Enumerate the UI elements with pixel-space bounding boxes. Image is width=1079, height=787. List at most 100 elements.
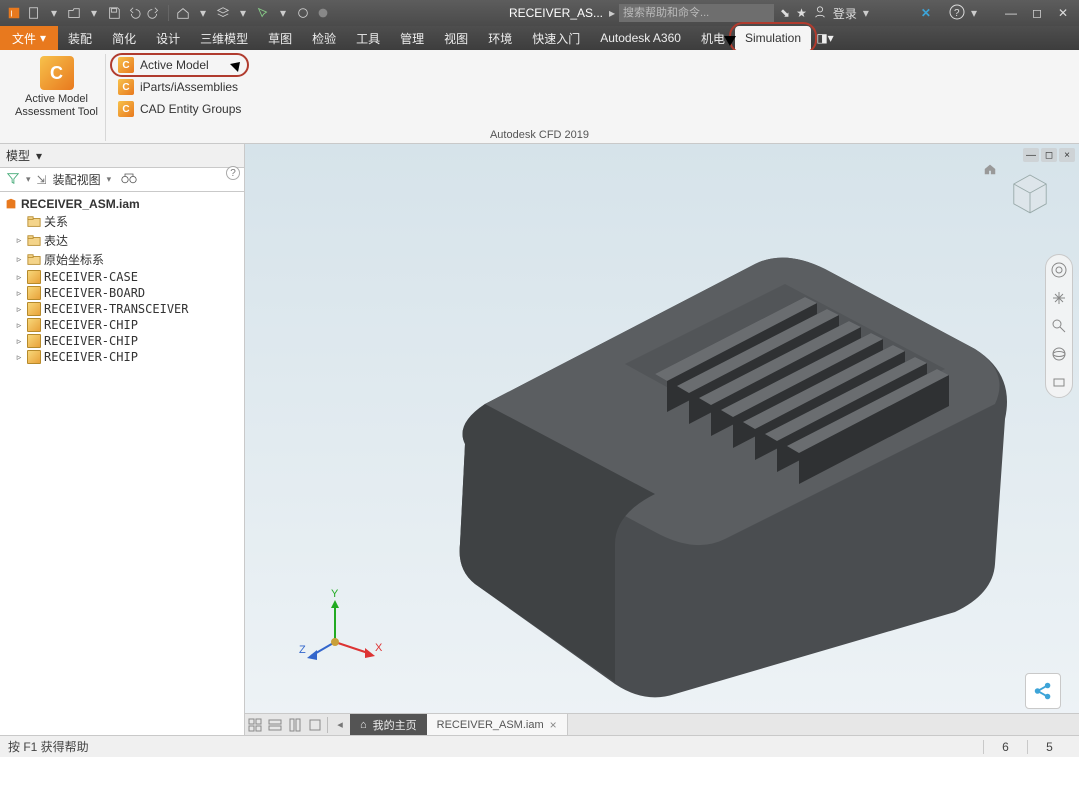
tree-node[interactable]: ▹RECEIVER-CHIP <box>2 333 242 349</box>
tab-env[interactable]: 环境 <box>478 26 522 50</box>
tile-icon[interactable] <box>245 715 265 735</box>
tree-node[interactable]: ▹ RECEIVER-CHIP <box>2 349 242 365</box>
new-icon[interactable] <box>26 5 42 21</box>
tile-single-icon[interactable] <box>305 715 325 735</box>
tab-a360[interactable]: Autodesk A360 <box>590 26 691 50</box>
tab-sketch[interactable]: 草图 <box>258 26 302 50</box>
ribbon-collapse-icon[interactable]: ◨▾ <box>811 26 839 50</box>
tree-label: RECEIVER-CHIP <box>44 350 138 364</box>
tab-simulation[interactable]: Simulation <box>735 26 811 50</box>
tab-mech[interactable]: 机电 <box>691 26 735 50</box>
home-icon[interactable] <box>175 5 191 21</box>
tree-twisty-icon[interactable]: ▹ <box>14 288 24 299</box>
tree-twisty-icon[interactable]: ▹ <box>14 272 24 283</box>
viewcube-home-icon[interactable] <box>983 162 997 179</box>
assembly-icon <box>4 197 18 211</box>
orbit-icon[interactable] <box>1050 345 1068 363</box>
tree-twisty-icon[interactable]: ▹ <box>14 336 24 347</box>
tree-twisty-icon[interactable]: ▹ <box>14 304 24 315</box>
tab-3dmodel[interactable]: 三维模型 <box>190 26 258 50</box>
tab-close-icon[interactable]: × <box>550 718 557 732</box>
prev-tab-icon[interactable]: ◂ <box>330 715 350 735</box>
tree-node[interactable]: ▹原始坐标系 <box>2 250 242 269</box>
close-button[interactable]: ✕ <box>1053 3 1073 23</box>
dropdown-icon[interactable]: ▾ <box>275 5 291 21</box>
home-icon: ⌂ <box>360 719 367 731</box>
select-icon[interactable] <box>255 5 271 21</box>
viewport[interactable]: — ◻ × Y X Z <box>245 144 1079 735</box>
save-icon[interactable] <box>106 5 122 21</box>
tree-twisty-icon[interactable]: ▹ <box>14 254 24 265</box>
login-link[interactable]: 登录 <box>833 5 857 22</box>
redo-icon[interactable] <box>146 5 162 21</box>
undo-icon[interactable] <box>126 5 142 21</box>
dropdown-icon[interactable]: ▾ <box>235 5 251 21</box>
tree-node[interactable]: 关系 <box>2 212 242 231</box>
tab-file[interactable]: 文件▾ <box>0 26 58 50</box>
tree-node[interactable]: ▹RECEIVER-CHIP <box>2 317 242 333</box>
tree-node[interactable]: ▹表达 <box>2 231 242 250</box>
minimize-button[interactable]: — <box>1001 3 1021 23</box>
dropdown-icon[interactable]: ▾ <box>195 5 211 21</box>
ribbon-big-button[interactable]: C Active Model Assessment Tool <box>8 54 106 141</box>
exchange-icon[interactable]: ✕ <box>921 6 931 20</box>
search-dropdown-icon[interactable]: ▸ <box>609 6 615 20</box>
ribbon-items: C Active Model C iParts/iAssemblies C CA… <box>106 54 253 141</box>
panel-help-icon[interactable]: ? <box>226 166 240 180</box>
ribbon-item-iparts[interactable]: C iParts/iAssemblies <box>114 78 245 96</box>
tab-view[interactable]: 视图 <box>434 26 478 50</box>
status-help-text: 按 F1 获得帮助 <box>8 738 89 755</box>
tab-design[interactable]: 设计 <box>146 26 190 50</box>
tree-node[interactable]: ▹RECEIVER-BOARD <box>2 285 242 301</box>
tab-inspect[interactable]: 检验 <box>302 26 346 50</box>
dropdown-icon[interactable]: ▾ <box>107 174 112 185</box>
viewport-maximize-icon[interactable]: ◻ <box>1041 148 1057 162</box>
open-icon[interactable] <box>66 5 82 21</box>
pointer-icon[interactable]: ⬊ <box>780 6 790 20</box>
dropdown-icon[interactable]: ▾ <box>26 174 31 185</box>
steering-wheel-icon[interactable] <box>1050 261 1068 279</box>
dropdown-icon[interactable]: ▾ <box>86 5 102 21</box>
tree-root[interactable]: RECEIVER_ASM.iam <box>2 196 242 212</box>
appearance-icon[interactable] <box>315 5 331 21</box>
material-icon[interactable] <box>295 5 311 21</box>
tree-twisty-icon[interactable]: ▹ <box>14 320 24 331</box>
expand-icon[interactable]: ⇲ <box>37 173 47 187</box>
tab-assemble[interactable]: 装配 <box>58 26 102 50</box>
viewport-close-icon[interactable]: × <box>1059 148 1075 162</box>
help-search-input[interactable] <box>619 4 774 22</box>
view-label: 装配视图 <box>53 171 101 188</box>
menu-bar: 文件▾ 装配 简化 设计 三维模型 草图 检验 工具 管理 视图 环境 快速入门… <box>0 26 1079 50</box>
tile-v-icon[interactable] <box>285 715 305 735</box>
tab-simplify[interactable]: 简化 <box>102 26 146 50</box>
ribbon-item-active-model[interactable]: C Active Model <box>114 56 245 74</box>
tree-node[interactable]: ▹RECEIVER-CASE <box>2 269 242 285</box>
tree-label: 关系 <box>44 213 68 230</box>
maximize-button[interactable]: ◻ <box>1027 3 1047 23</box>
help-icon[interactable]: ? <box>949 4 965 23</box>
tab-tools[interactable]: 工具 <box>346 26 390 50</box>
dropdown-icon[interactable]: ▾ <box>46 5 62 21</box>
tile-h-icon[interactable] <box>265 715 285 735</box>
layers-icon[interactable] <box>215 5 231 21</box>
tab-quickstart[interactable]: 快速入门 <box>522 26 590 50</box>
filter-icon[interactable] <box>6 171 20 188</box>
tree-twisty-icon[interactable]: ▹ <box>14 235 24 246</box>
tree-twisty-icon[interactable]: ▹ <box>14 352 24 363</box>
model-render <box>355 184 1035 704</box>
lookat-icon[interactable] <box>1050 373 1068 391</box>
viewport-minimize-icon[interactable]: — <box>1023 148 1039 162</box>
browser-header: 模型 ▾ <box>0 144 244 168</box>
find-icon[interactable] <box>121 172 137 187</box>
zoom-icon[interactable] <box>1050 317 1068 335</box>
dropdown-icon[interactable]: ▾ <box>36 149 42 163</box>
pan-icon[interactable] <box>1050 289 1068 307</box>
tab-my-home[interactable]: ⌂ 我的主页 <box>350 714 427 735</box>
tab-document[interactable]: RECEIVER_ASM.iam × <box>427 714 568 735</box>
tab-manage[interactable]: 管理 <box>390 26 434 50</box>
star-icon[interactable]: ★ <box>796 6 807 20</box>
folder-icon <box>27 234 41 248</box>
tree-node[interactable]: ▹RECEIVER-TRANSCEIVER <box>2 301 242 317</box>
quick-access-toolbar: I ▾ ▾ ▾ ▾ ▾ <box>6 5 331 21</box>
ribbon-item-cad-entity[interactable]: C CAD Entity Groups <box>114 100 245 118</box>
